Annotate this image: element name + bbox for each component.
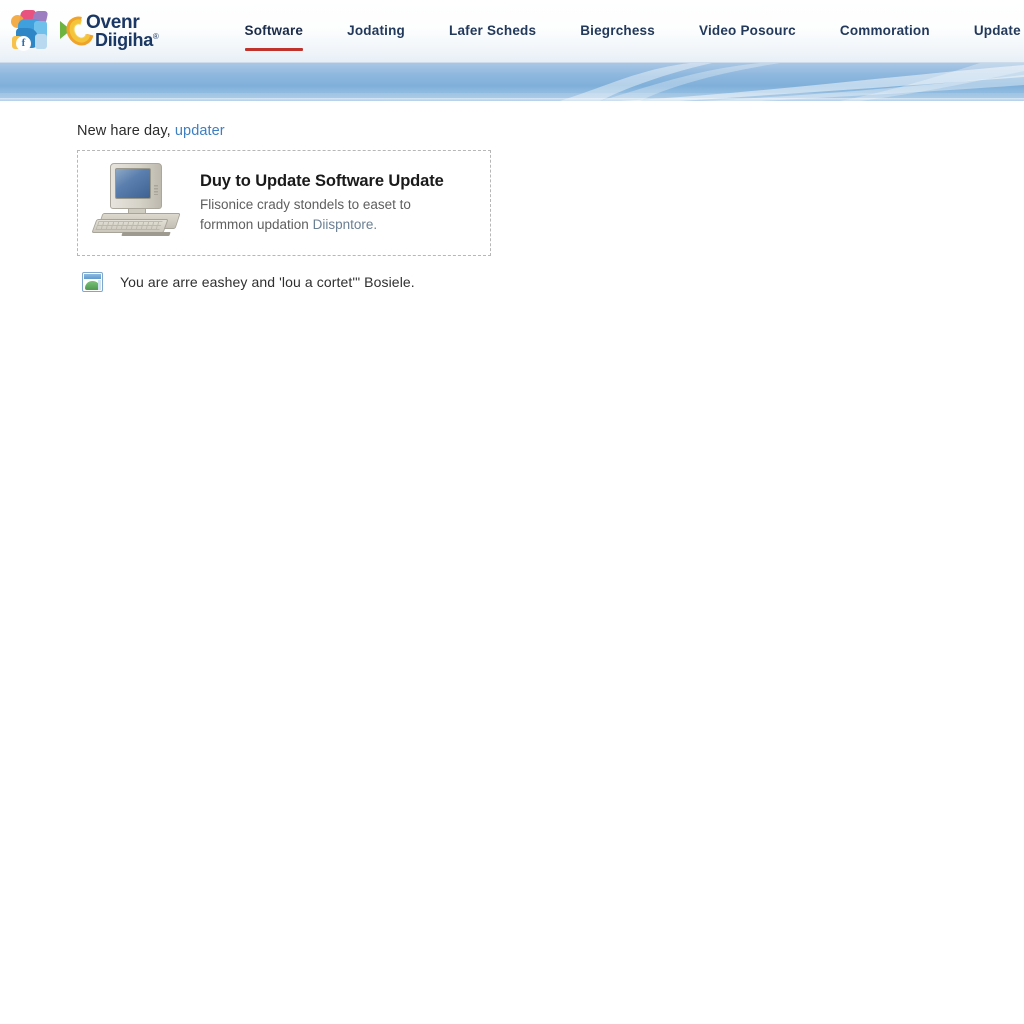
primary-navigation: Software Jodating Lafer Scheds Biegrches… bbox=[244, 0, 1024, 62]
header-inner: f Ovenr Diigiha® Software Jodating Lafer… bbox=[0, 0, 1024, 62]
logo-cube-icon: f bbox=[6, 8, 54, 54]
logo-line-2: Diigiha® bbox=[95, 29, 159, 50]
nav-item-jodating[interactable]: Jodating bbox=[347, 23, 405, 40]
nav-item-software[interactable]: Software bbox=[244, 23, 304, 51]
greeting-prefix: New hare day, bbox=[77, 123, 171, 139]
promo-description: Flisonice crady stondels to easet to for… bbox=[200, 195, 452, 233]
promo-card[interactable]: Duy to Update Software Update Flisonice … bbox=[77, 150, 491, 256]
nav-item-video-posourc[interactable]: Video Posourc bbox=[699, 23, 796, 40]
site-logo[interactable]: f Ovenr Diigiha® bbox=[6, 6, 159, 56]
site-header: f Ovenr Diigiha® Software Jodating Lafer… bbox=[0, 0, 1024, 62]
status-note-row: You are arre eashey and 'lou a cortet'" … bbox=[82, 272, 1024, 292]
monitor-screen bbox=[115, 168, 151, 199]
logo-block-paleblue bbox=[35, 34, 47, 49]
thumbnail-side bbox=[98, 280, 101, 290]
main-content: New hare day, updater Duy to Update Soft… bbox=[0, 101, 1024, 292]
status-note-text: You are arre eashey and 'lou a cortet'" … bbox=[120, 274, 415, 290]
logo-wordmark: Ovenr Diigiha® bbox=[60, 9, 159, 53]
promo-description-line2: formmon updation bbox=[200, 216, 309, 232]
image-thumbnail-icon bbox=[82, 272, 103, 292]
facebook-badge-icon: f bbox=[16, 36, 31, 51]
nav-item-biegrchess[interactable]: Biegrchess bbox=[580, 23, 655, 40]
monitor-vent bbox=[154, 185, 158, 195]
nav-item-lafer-scheds[interactable]: Lafer Scheds bbox=[449, 23, 536, 40]
promo-title: Duy to Update Software Update bbox=[200, 172, 444, 191]
drive-slot bbox=[121, 232, 171, 236]
logo-line-2-text: Diigiha bbox=[95, 29, 153, 50]
nav-item-commoration[interactable]: Commoration bbox=[840, 23, 930, 40]
logo-words: Ovenr Diigiha® bbox=[86, 13, 159, 49]
nav-item-update[interactable]: Update bbox=[974, 23, 1021, 40]
promo-description-line1: Flisonice crady stondels to easet to bbox=[200, 197, 411, 213]
promo-description-tail: Diispntore. bbox=[312, 216, 378, 232]
greeting-line: New hare day, updater bbox=[77, 123, 1024, 139]
banner-waves bbox=[0, 63, 1024, 101]
retro-computer-icon bbox=[91, 161, 188, 245]
thumbnail-titlebar bbox=[84, 274, 101, 279]
greeting-updater-link[interactable]: updater bbox=[175, 123, 225, 139]
promo-text-block: Duy to Update Software Update Flisonice … bbox=[200, 172, 462, 233]
logo-c-swoosh-icon bbox=[67, 16, 93, 46]
decorative-banner bbox=[0, 62, 1024, 101]
keyboard-keys bbox=[95, 221, 163, 230]
logo-trademark: ® bbox=[152, 31, 159, 41]
